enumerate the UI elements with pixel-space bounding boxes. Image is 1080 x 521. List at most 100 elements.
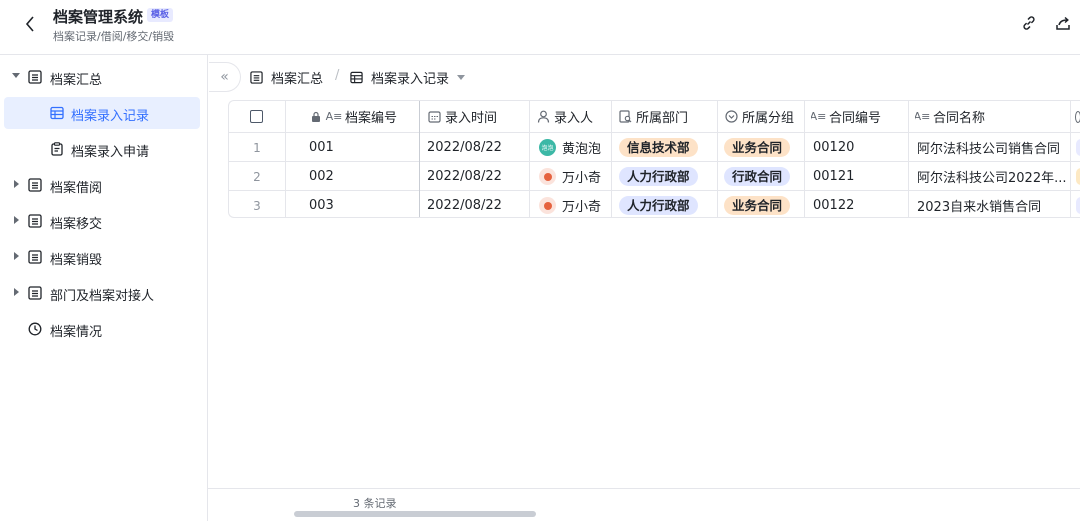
table-cell[interactable]: 信息技术部 bbox=[619, 133, 717, 162]
table-cell[interactable]: 万小奇 bbox=[539, 191, 611, 217]
department-tag: 人力行政部 bbox=[619, 196, 698, 215]
link-button[interactable] bbox=[1019, 13, 1039, 33]
table-cell[interactable]: 人力行政部 bbox=[619, 191, 717, 217]
text-field-icon: A≡ bbox=[915, 110, 931, 123]
breadcrumb-separator: / bbox=[335, 68, 340, 83]
table-cell[interactable]: 00121 bbox=[813, 162, 908, 191]
breadcrumb-current-label: 档案录入记录 bbox=[371, 72, 450, 87]
column-header-entry-time[interactable]: 录入时间 bbox=[427, 101, 529, 132]
table-cell[interactable]: 2022/08/22 bbox=[427, 133, 529, 162]
table-cell[interactable]: 万小奇 bbox=[539, 162, 611, 191]
expand-caret-icon[interactable] bbox=[14, 216, 19, 224]
table-cell[interactable]: 00122 bbox=[813, 191, 908, 217]
share-button[interactable] bbox=[1053, 13, 1073, 33]
table-view-icon bbox=[28, 214, 42, 228]
sidebar-item-archive-borrow[interactable]: 档案借阅 bbox=[4, 169, 200, 201]
double-chevron-left-icon: « bbox=[220, 69, 229, 85]
single-select-icon bbox=[724, 110, 738, 124]
dashboard-icon bbox=[28, 322, 42, 336]
back-button[interactable] bbox=[20, 13, 40, 35]
expand-caret-icon[interactable] bbox=[12, 73, 20, 78]
group-tag: 业务合同 bbox=[724, 196, 791, 215]
template-badge: 模板 bbox=[147, 8, 174, 22]
breadcrumb-parent-label: 档案汇总 bbox=[271, 72, 324, 87]
table-view-icon bbox=[250, 71, 263, 84]
grid-icon bbox=[350, 71, 363, 84]
sidebar-item-label: 档案录入申请 bbox=[71, 145, 150, 160]
collapse-sidebar-button[interactable]: « bbox=[209, 62, 241, 92]
avatar bbox=[539, 197, 556, 214]
link-icon bbox=[1023, 16, 1035, 30]
column-header-group[interactable]: 所属分组 bbox=[724, 101, 804, 132]
caret-down-icon[interactable] bbox=[457, 74, 466, 81]
column-header-archive-id[interactable]: A≡ 档案编号 bbox=[309, 101, 419, 132]
sidebar-item-dept-contacts[interactable]: 部门及档案对接人 bbox=[4, 277, 200, 309]
record-count: 3 条记录 bbox=[353, 497, 397, 510]
table-cell[interactable]: 阿尔法科技公司2022年... bbox=[917, 162, 1070, 191]
sidebar-item-archive-entry-application[interactable]: 档案录入申请 bbox=[4, 133, 200, 165]
chevron-left-icon bbox=[25, 16, 34, 32]
select-all-checkbox[interactable] bbox=[250, 110, 263, 123]
calendar-icon bbox=[427, 110, 441, 124]
table-cell[interactable]: 002 bbox=[309, 162, 419, 191]
grid-icon bbox=[50, 106, 64, 120]
select-all-cell bbox=[229, 101, 285, 132]
text-field-icon: A≡ bbox=[325, 110, 343, 123]
app-subtitle: 档案记录/借阅/移交/销毁 bbox=[53, 30, 175, 43]
sidebar-item-archive-status[interactable]: 档案情况 bbox=[4, 313, 200, 345]
table-cell[interactable]: 001 bbox=[309, 133, 419, 162]
breadcrumb-current[interactable]: 档案录入记录 bbox=[350, 68, 466, 87]
group-tag: 行政合同 bbox=[724, 167, 791, 186]
text-field-icon: A≡ bbox=[811, 110, 827, 123]
column-header-next[interactable] bbox=[1075, 101, 1080, 132]
row-number: 1 bbox=[253, 140, 261, 155]
department-tag: 人力行政部 bbox=[619, 167, 698, 186]
table-cell[interactable] bbox=[1076, 191, 1080, 217]
horizontal-scrollbar[interactable] bbox=[294, 511, 536, 517]
table-cell[interactable] bbox=[1076, 162, 1080, 191]
form-icon bbox=[50, 142, 64, 156]
table-cell[interactable]: 00120 bbox=[813, 133, 908, 162]
table-view-icon bbox=[28, 286, 42, 300]
table-cell[interactable]: 行政合同 bbox=[724, 162, 804, 191]
table-view-icon bbox=[28, 70, 42, 84]
sidebar-item-archive-transfer[interactable]: 档案移交 bbox=[4, 205, 200, 237]
sidebar-item-label: 档案汇总 bbox=[50, 73, 103, 88]
sidebar-item-label: 档案录入记录 bbox=[71, 109, 150, 124]
table-cell[interactable]: 2022/08/22 bbox=[427, 162, 529, 191]
sidebar-item-label: 部门及档案对接人 bbox=[50, 289, 155, 304]
column-type-icon bbox=[1075, 110, 1080, 123]
sidebar-item-archive-summary[interactable]: 档案汇总 bbox=[4, 61, 200, 93]
table-cell[interactable]: 2023自来水销售合同 bbox=[917, 191, 1070, 217]
column-header-department[interactable]: 所属部门 bbox=[618, 101, 717, 132]
expand-caret-icon[interactable] bbox=[14, 180, 19, 188]
department-tag: 信息技术部 bbox=[619, 138, 698, 157]
sidebar-item-archive-entry-records[interactable]: 档案录入记录 bbox=[4, 97, 200, 129]
lock-icon bbox=[309, 110, 323, 124]
data-table: A≡ 档案编号 录入时间 录入人 所属部门 所属分组 A≡ 合同编号 A≡ 合同… bbox=[228, 100, 1080, 218]
table-cell[interactable]: 业务合同 bbox=[724, 133, 804, 162]
sidebar: 档案汇总 档案录入记录 档案录入申请 档案借阅 档案移交 档案销毁 部门及档案对… bbox=[0, 55, 208, 521]
breadcrumb-parent[interactable]: 档案汇总 bbox=[250, 68, 323, 87]
person-icon bbox=[536, 110, 550, 124]
table-cell[interactable]: 2022/08/22 bbox=[427, 191, 529, 217]
lookup-icon bbox=[618, 110, 632, 124]
table-cell[interactable]: 003 bbox=[309, 191, 419, 217]
sidebar-item-label: 档案借阅 bbox=[50, 181, 103, 196]
column-header-contract-no[interactable]: A≡ 合同编号 bbox=[811, 101, 908, 132]
table-cell[interactable]: 泡泡 黄泡泡 bbox=[539, 133, 611, 162]
table-cell[interactable] bbox=[1076, 133, 1080, 162]
expand-caret-icon[interactable] bbox=[14, 252, 19, 260]
table-cell[interactable]: 业务合同 bbox=[724, 191, 804, 217]
sidebar-item-label: 档案情况 bbox=[50, 325, 103, 340]
column-header-entry-person[interactable]: 录入人 bbox=[536, 101, 611, 132]
table-cell[interactable]: 人力行政部 bbox=[619, 162, 717, 191]
sidebar-item-archive-destroy[interactable]: 档案销毁 bbox=[4, 241, 200, 273]
app-title: 档案管理系统 bbox=[53, 8, 144, 26]
expand-caret-icon[interactable] bbox=[14, 288, 19, 296]
row-number: 3 bbox=[253, 198, 261, 213]
avatar bbox=[539, 168, 556, 185]
table-cell[interactable]: 阿尔法科技公司销售合同 bbox=[917, 133, 1070, 162]
table-view-icon bbox=[28, 178, 42, 192]
column-header-contract-name[interactable]: A≡ 合同名称 bbox=[915, 101, 1070, 132]
